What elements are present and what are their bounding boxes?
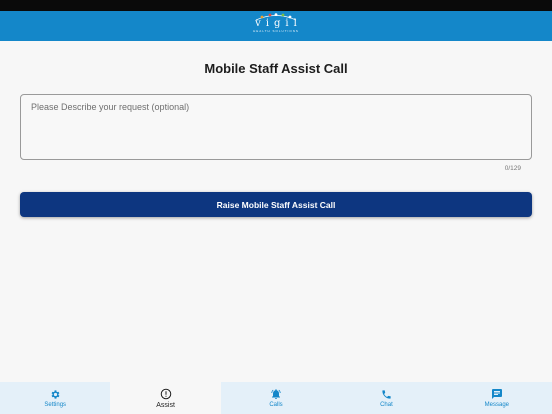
bell-ringing-icon [271, 389, 281, 399]
app-header: vigil HEALTH SOLUTIONS [0, 11, 552, 41]
bottom-tab-bar: Settings Assist Calls Chat Message [0, 382, 552, 414]
tab-message-label: Message [484, 402, 509, 408]
raise-assist-call-button[interactable]: Raise Mobile Staff Assist Call [20, 192, 532, 217]
tab-calls-label: Calls [269, 402, 283, 408]
vigil-logo: vigil HEALTH SOLUTIONS [236, 13, 316, 39]
tab-chat[interactable]: Chat [331, 382, 441, 414]
status-bar [0, 0, 552, 11]
tab-chat-label: Chat [380, 401, 393, 408]
page-title: Mobile Staff Assist Call [204, 61, 348, 76]
gear-icon [51, 389, 60, 399]
logo-subtitle: HEALTH SOLUTIONS [253, 29, 299, 33]
message-icon [491, 389, 502, 399]
phone-icon [382, 389, 391, 399]
character-counter: 0/129 [504, 165, 521, 172]
tab-settings[interactable]: Settings [0, 382, 110, 414]
tab-message[interactable]: Message [442, 382, 552, 414]
request-field[interactable] [20, 94, 532, 160]
tab-assist[interactable]: Assist [110, 382, 221, 414]
alert-circle-icon [160, 388, 171, 399]
tab-assist-label: Assist [156, 401, 175, 409]
tab-calls[interactable]: Calls [221, 382, 331, 414]
request-input[interactable] [21, 95, 531, 159]
logo-wordmark: vigil [255, 18, 302, 29]
tab-settings-label: Settings [44, 401, 67, 408]
